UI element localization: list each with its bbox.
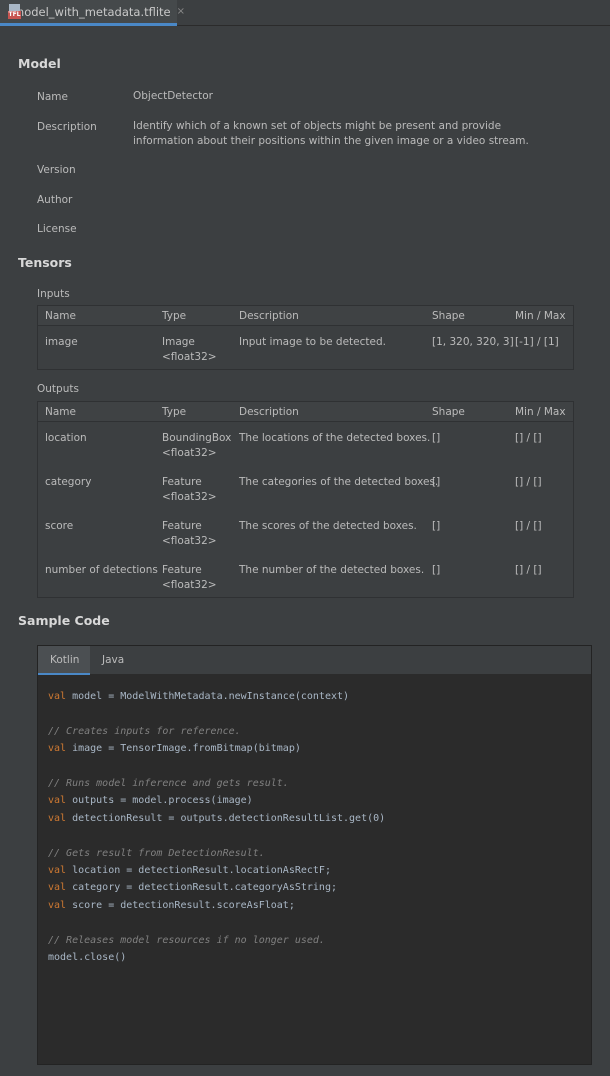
cell-type: Feature <float32> bbox=[162, 520, 217, 547]
name-label: Name bbox=[37, 91, 68, 103]
file-tab[interactable]: TFL model_with_metadata.tflite × bbox=[0, 0, 185, 26]
cell-name: location bbox=[45, 432, 87, 444]
model-section-title: Model bbox=[18, 56, 61, 71]
close-icon[interactable]: × bbox=[177, 6, 185, 17]
col-type: Type bbox=[162, 310, 187, 322]
table-row: number of detections Feature <float32> Th… bbox=[38, 554, 573, 598]
tab-java[interactable]: Java bbox=[90, 646, 136, 675]
code-comment: // Creates inputs for reference. bbox=[48, 725, 241, 737]
cell-minmax: [] / [] bbox=[515, 476, 542, 488]
cell-name: image bbox=[45, 336, 78, 348]
cell-description: Input image to be detected. bbox=[239, 336, 386, 348]
code-line: val model = ModelWithMetadata.newInstanc… bbox=[48, 691, 350, 702]
code-line: val image = TensorImage.fromBitmap(bitma… bbox=[48, 743, 301, 755]
code-line: model.close() bbox=[48, 952, 127, 964]
inputs-label: Inputs bbox=[37, 288, 70, 300]
cell-type: BoundingBox <float32> bbox=[162, 432, 232, 459]
cell-description: The categories of the detected boxes. bbox=[239, 476, 439, 488]
code-comment: // Runs model inference and gets result. bbox=[48, 778, 289, 790]
outputs-label: Outputs bbox=[37, 383, 79, 395]
language-tabs: Kotlin Java bbox=[38, 646, 591, 675]
col-type: Type bbox=[162, 406, 187, 418]
cell-type: Image <float32> bbox=[162, 336, 217, 363]
description-label: Description bbox=[37, 121, 97, 133]
license-label: License bbox=[37, 223, 77, 235]
author-label: Author bbox=[37, 194, 73, 206]
col-shape: Shape bbox=[432, 310, 465, 322]
code-block[interactable]: val model = ModelWithMetadata.newInstanc… bbox=[48, 688, 385, 967]
description-value: Identify which of a known set of objects… bbox=[133, 119, 533, 149]
code-line: val category = detectionResult.categoryA… bbox=[48, 882, 337, 894]
cell-shape: [1, 320, 320, 3] bbox=[432, 336, 514, 348]
code-comment: // Gets result from DetectionResult. bbox=[48, 847, 265, 859]
code-line: val score = detectionResult.scoreAsFloat… bbox=[48, 899, 295, 911]
editor-tab-bar: TFL model_with_metadata.tflite × bbox=[0, 0, 610, 26]
description-line-1: Identify which of a known set of objects… bbox=[133, 120, 502, 132]
file-tab-label: model_with_metadata.tflite bbox=[13, 4, 171, 19]
cell-name: category bbox=[45, 476, 92, 488]
cell-minmax: [-1] / [1] bbox=[515, 336, 559, 348]
table-row: image Image <float32> Input image to be d… bbox=[38, 326, 573, 370]
cell-shape: [] bbox=[432, 520, 441, 532]
cell-minmax: [] / [] bbox=[515, 432, 542, 444]
col-shape: Shape bbox=[432, 406, 465, 418]
col-name: Name bbox=[45, 310, 76, 322]
cell-type: Feature <float32> bbox=[162, 476, 217, 503]
cell-description: The scores of the detected boxes. bbox=[239, 520, 417, 532]
col-description: Description bbox=[239, 310, 299, 322]
sample-code-panel: Kotlin Java val model = ModelWithMetadat… bbox=[37, 645, 592, 1065]
col-minmax: Min / Max bbox=[515, 406, 566, 418]
code-line: val location = detectionResult.locationA… bbox=[48, 865, 331, 877]
table-row: score Feature <float32> The scores of the… bbox=[38, 510, 573, 554]
cell-minmax: [] / [] bbox=[515, 564, 542, 576]
cell-shape: [] bbox=[432, 564, 441, 576]
table-row: location BoundingBox <float32> The locati… bbox=[38, 422, 573, 466]
cell-minmax: [] / [] bbox=[515, 520, 542, 532]
cell-description: The number of the detected boxes. bbox=[239, 564, 425, 576]
cell-type: Feature <float32> bbox=[162, 564, 217, 591]
code-comment: // Releases model resources if no longer… bbox=[48, 934, 325, 946]
cell-name: number of detections bbox=[45, 564, 158, 576]
col-name: Name bbox=[45, 406, 76, 418]
description-line-2: information about their positions within… bbox=[133, 135, 529, 147]
cell-description: The locations of the detected boxes. bbox=[239, 432, 431, 444]
inputs-table: Name Type Description Shape Min / Max im… bbox=[37, 305, 574, 370]
cell-name: score bbox=[45, 520, 74, 532]
version-label: Version bbox=[37, 164, 76, 176]
outputs-table: Name Type Description Shape Min / Max lo… bbox=[37, 401, 574, 598]
col-description: Description bbox=[239, 406, 299, 418]
code-line: val outputs = model.process(image) bbox=[48, 795, 253, 807]
table-row: category Feature <float32> The categories… bbox=[38, 466, 573, 510]
col-minmax: Min / Max bbox=[515, 310, 566, 322]
name-value: ObjectDetector bbox=[133, 90, 213, 102]
table-header: Name Type Description Shape Min / Max bbox=[38, 306, 573, 326]
sample-code-title: Sample Code bbox=[18, 613, 110, 628]
tab-kotlin[interactable]: Kotlin bbox=[38, 646, 90, 675]
cell-shape: [] bbox=[432, 432, 441, 444]
code-line: val detectionResult = outputs.detectionR… bbox=[48, 812, 386, 824]
table-header: Name Type Description Shape Min / Max bbox=[38, 402, 573, 422]
tensors-section-title: Tensors bbox=[18, 255, 72, 270]
cell-shape: [] bbox=[432, 476, 441, 488]
